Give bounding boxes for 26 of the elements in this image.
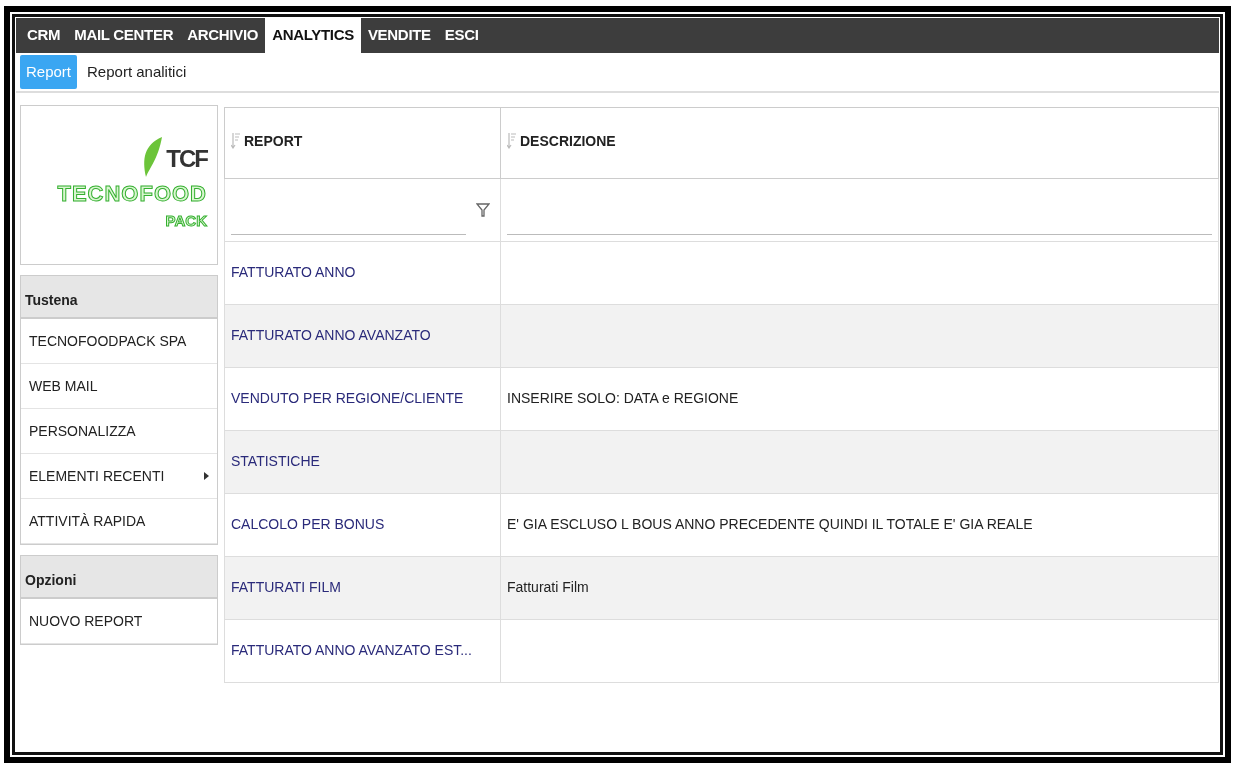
subnav-tab[interactable]: Report analitici <box>81 54 193 90</box>
column-header[interactable]: REPORT <box>244 130 303 152</box>
nav-tab[interactable]: VENDITE <box>360 18 438 53</box>
nav-tab[interactable]: ARCHIVIO <box>180 18 266 53</box>
nav-tab[interactable]: ANALYTICS <box>265 18 361 53</box>
table-cell: Fatturati Film <box>507 579 589 595</box>
logo-name: TECNOFOOD <box>57 180 207 209</box>
table-cell: INSERIRE SOLO: DATA e REGIONE <box>507 390 739 406</box>
report-link[interactable]: FATTURATO ANNO AVANZATO <box>231 327 431 343</box>
section-header: Opzioni <box>21 556 217 599</box>
report-link[interactable]: STATISTICHE <box>231 453 320 469</box>
report-link[interactable]: CALCOLO PER BONUS <box>231 516 385 532</box>
logo-mark: TCF <box>166 144 207 175</box>
sort-icon <box>507 133 516 149</box>
column-header[interactable]: DESCRIZIONE <box>520 130 616 152</box>
logo-suffix: PACK <box>165 211 207 232</box>
report-link[interactable]: FATTURATO ANNO <box>231 264 356 280</box>
sort-icon <box>231 133 240 149</box>
nav-tab[interactable]: MAIL CENTER <box>67 18 181 53</box>
report-link[interactable]: FATTURATI FILM <box>231 579 341 595</box>
table-cell: E' GIA ESCLUSO L BOUS ANNO PRECEDENTE QUINDI IL TOTALE E' GIA REALE <box>507 516 1033 532</box>
nav-tab[interactable]: ESCI <box>437 18 486 53</box>
caret-icon <box>204 472 209 480</box>
section-header: Tustena <box>21 276 217 319</box>
nav-tab[interactable]: CRM <box>20 18 68 53</box>
filter-icon[interactable] <box>476 203 490 218</box>
